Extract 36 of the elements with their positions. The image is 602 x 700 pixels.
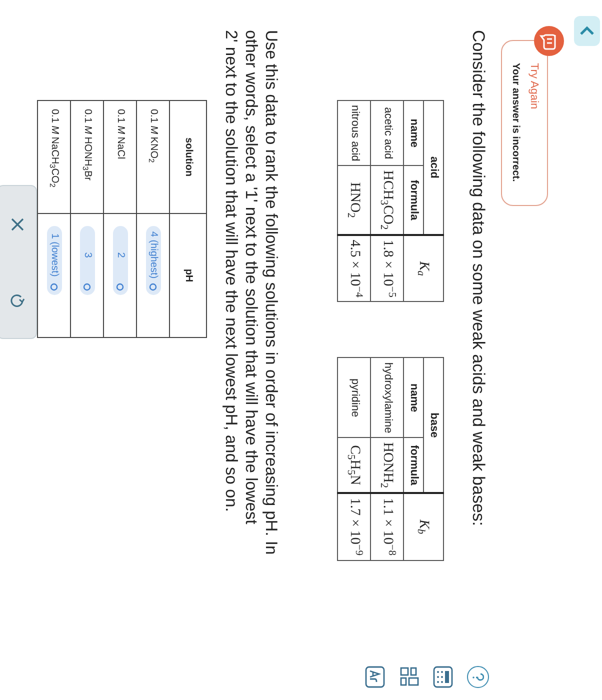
back-button[interactable] — [574, 16, 600, 46]
rank-dropdown[interactable]: 2 — [113, 226, 128, 295]
help-button[interactable] — [468, 666, 490, 688]
table-column-header: name — [404, 100, 424, 166]
table-cell: 0.1 M NaCl — [104, 100, 137, 214]
bar-chart-icon — [400, 666, 420, 688]
element-tile-icon — [366, 666, 386, 688]
instruction-text: Use this data to rank the following solutions in order of increasing pH. In — [262, 30, 282, 557]
table-column-header: pH — [170, 214, 207, 338]
table-column-header: solution — [170, 100, 207, 214]
help-icon — [472, 672, 484, 682]
table-cell: acetic acid — [371, 100, 404, 166]
table-column-header: name — [404, 358, 424, 438]
rank-dropdown[interactable]: 3 — [80, 226, 95, 295]
dropdown-icon — [84, 283, 92, 291]
chart-button[interactable] — [400, 666, 420, 688]
feedback-message: Your answer is incorrect. — [510, 63, 522, 184]
calculator-icon — [434, 666, 454, 688]
rank-dropdown[interactable]: 4 (highest) — [146, 226, 161, 295]
table-cell: pyridine — [338, 358, 371, 438]
instruction-text: 2' next to the solution that will have the next lowest pH, and so on. — [222, 30, 242, 514]
calculator-button[interactable] — [434, 666, 454, 688]
undo-icon — [10, 292, 25, 308]
periodic-table-button[interactable] — [366, 666, 386, 688]
question-text: Consider the following data on some weak acids and weak bases: — [468, 30, 490, 528]
table-column-header: base — [424, 358, 444, 493]
table-column-header: acid — [424, 100, 444, 235]
table-cell: hydroxylamine — [371, 358, 404, 438]
dropdown-icon — [50, 283, 58, 291]
close-icon — [11, 218, 24, 230]
dropdown-icon — [150, 283, 158, 291]
table-cell: nitrous acid — [338, 100, 371, 166]
feedback-title: Try Again — [527, 63, 541, 112]
instruction-text: other words, select a '1' next to the solution that will have the lowest — [242, 30, 262, 526]
rank-dropdown[interactable]: 1 (lowest) — [47, 226, 62, 295]
dropdown-icon — [116, 283, 124, 291]
